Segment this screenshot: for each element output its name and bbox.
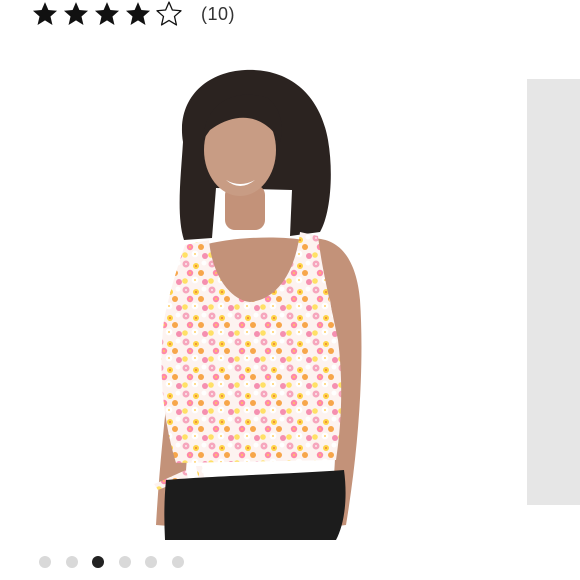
star-filled-icon <box>94 2 120 25</box>
carousel-dot-3-active[interactable] <box>92 556 104 568</box>
review-count-link[interactable]: (10) <box>201 4 235 25</box>
product-rating[interactable]: (10) <box>30 0 235 28</box>
carousel-dot-6[interactable] <box>171 556 184 568</box>
carousel-dot-5[interactable] <box>145 556 157 568</box>
star-filled-icon <box>63 2 89 25</box>
star-empty-icon <box>156 1 182 26</box>
carousel-pagination <box>39 556 198 568</box>
carousel-dot-2[interactable] <box>65 556 78 568</box>
star-rating <box>30 0 185 28</box>
next-image-preview[interactable] <box>527 79 580 505</box>
star-filled-icon <box>125 2 151 25</box>
star-filled-icon <box>32 2 58 25</box>
carousel-dot-1[interactable] <box>39 556 51 568</box>
carousel-dot-4[interactable] <box>118 556 131 568</box>
product-image[interactable] <box>140 55 420 540</box>
